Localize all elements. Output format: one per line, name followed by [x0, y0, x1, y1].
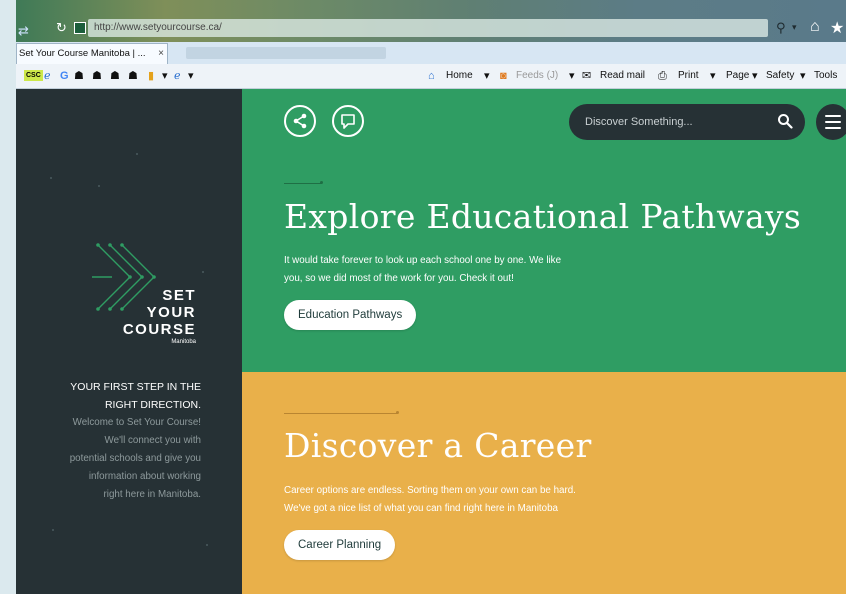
- search-icon[interactable]: [777, 113, 793, 129]
- section-divider: [284, 181, 323, 184]
- welcome-line: Welcome to Set Your Course!: [72, 417, 201, 428]
- speech-bubble-icon: [341, 114, 355, 129]
- logo-subtitle: Manitoba: [171, 339, 196, 345]
- section-title: Discover a Career: [284, 426, 592, 465]
- bookmark-icon[interactable]: ▮: [148, 69, 154, 83]
- description-line: you, so we did most of the work for you.…: [284, 273, 514, 284]
- career-section: Discover a Career Career options are end…: [242, 372, 846, 594]
- chevron-down-icon[interactable]: ▾: [569, 69, 575, 83]
- site-favicon-icon: [74, 22, 86, 34]
- chevron-down-icon[interactable]: ▾: [484, 69, 490, 83]
- description-line: We've got a nice list of what you can fi…: [284, 503, 558, 514]
- decorative-dot: [52, 529, 54, 531]
- logo-line: SET: [162, 287, 196, 304]
- home-icon: ⌂: [428, 70, 435, 82]
- search-input[interactable]: Discover Something...: [585, 104, 693, 140]
- share-button[interactable]: [284, 105, 316, 137]
- chevron-down-icon[interactable]: ▾: [792, 22, 797, 33]
- address-url: http://www.setyourcourse.ca/: [94, 22, 222, 33]
- section-divider: [284, 411, 399, 414]
- tab-title: Set Your Course Manitoba | ...: [19, 48, 146, 59]
- description-line: It would take forever to look up each sc…: [284, 255, 562, 266]
- sidebar: SET YOUR COURSE Manitoba YOUR FIRST STEP…: [16, 89, 242, 594]
- tagline-line: YOUR FIRST STEP IN THE: [70, 381, 201, 393]
- education-section: Discover Something... Explore Educationa…: [242, 89, 846, 372]
- bookmark-icon[interactable]: ☗: [128, 69, 138, 83]
- toolbar-read-mail[interactable]: Read mail: [600, 69, 645, 83]
- search-icon[interactable]: ⚲: [776, 20, 786, 36]
- chat-button[interactable]: [332, 105, 364, 137]
- chevron-down-icon[interactable]: ▾: [188, 69, 194, 83]
- decorative-dot: [98, 185, 100, 187]
- toolbar-feeds[interactable]: Feeds (J): [516, 69, 558, 83]
- section-description: It would take forever to look up each sc…: [284, 252, 644, 288]
- decorative-dot: [50, 177, 52, 179]
- google-icon[interactable]: G: [60, 69, 69, 83]
- section-description: Career options are endless. Sorting them…: [284, 482, 644, 518]
- toolbar-home[interactable]: Home: [446, 69, 473, 83]
- education-pathways-button[interactable]: Education Pathways: [284, 300, 417, 330]
- toolbar-tools[interactable]: Tools: [814, 69, 837, 83]
- chevron-down-icon[interactable]: ▾: [752, 69, 758, 83]
- bookmark-icon[interactable]: ☗: [74, 69, 84, 83]
- tagline-line: RIGHT DIRECTION.: [104, 399, 201, 411]
- chevron-down-icon[interactable]: ▾: [710, 69, 716, 83]
- toolbar-print[interactable]: Print: [678, 69, 699, 83]
- printer-icon: ⎙: [658, 70, 667, 82]
- description-line: Career options are endless. Sorting them…: [284, 485, 576, 496]
- menu-button[interactable]: [816, 104, 846, 140]
- career-planning-button[interactable]: Career Planning: [284, 530, 396, 560]
- ie-icon[interactable]: ℯ: [174, 69, 181, 83]
- decorative-dot: [136, 153, 138, 155]
- back-forward-icon[interactable]: ⇄: [18, 23, 29, 39]
- chevron-down-icon[interactable]: ▾: [162, 69, 168, 83]
- toolbar-safety[interactable]: Safety: [766, 69, 794, 83]
- welcome-line: right here in Manitoba.: [103, 489, 201, 500]
- mail-icon: ✉: [582, 70, 592, 82]
- toolbar-page[interactable]: Page: [726, 69, 749, 83]
- bookmark-icon[interactable]: ☗: [92, 69, 102, 83]
- csc-icon[interactable]: CSC: [24, 70, 43, 81]
- logo-line: YOUR: [146, 304, 196, 321]
- bookmark-icon[interactable]: ☗: [110, 69, 120, 83]
- section-title: Explore Educational Pathways: [284, 197, 802, 236]
- decorative-dot: [206, 544, 208, 546]
- close-icon[interactable]: ×: [158, 44, 164, 64]
- hamburger-menu-icon: [825, 115, 841, 129]
- logo-wordmark[interactable]: SET YOUR COURSE: [123, 287, 196, 338]
- chevron-down-icon[interactable]: ▾: [800, 69, 806, 83]
- welcome-line: We'll connect you with: [104, 435, 201, 446]
- site-search[interactable]: Discover Something...: [569, 104, 805, 140]
- decorative-dot: [202, 271, 204, 273]
- tagline: YOUR FIRST STEP IN THE RIGHT DIRECTION.: [31, 378, 201, 414]
- home-icon[interactable]: ⌂: [810, 18, 820, 36]
- welcome-line: information about working: [88, 471, 201, 482]
- address-bar[interactable]: http://www.setyourcourse.ca/: [88, 19, 768, 37]
- welcome-line: potential schools and give you: [69, 453, 201, 464]
- reload-icon[interactable]: ↻: [56, 21, 70, 35]
- browser-title-bar: ⇄ ↻ http://www.setyourcourse.ca/ ⚲ ▾ ⌂ ★: [16, 0, 846, 42]
- background-tab[interactable]: [186, 47, 386, 59]
- logo-line: COURSE: [122, 321, 196, 338]
- welcome-text: Welcome to Set Your Course! We'll connec…: [21, 414, 201, 504]
- rss-icon: ◙: [500, 70, 507, 82]
- tab-strip: Set Your Course Manitoba | ... ×: [16, 42, 846, 65]
- ie-icon[interactable]: ℯ: [44, 69, 51, 83]
- command-bar: CSC ℯ G ☗ ☗ ☗ ☗ ▮ ▾ ℯ ▾ ⌂ Home ▾ ◙ Feeds…: [16, 64, 846, 89]
- share-icon: [293, 113, 307, 129]
- browser-window: ⇄ ↻ http://www.setyourcourse.ca/ ⚲ ▾ ⌂ ★…: [16, 0, 846, 594]
- tab-set-your-course[interactable]: Set Your Course Manitoba | ... ×: [16, 43, 168, 64]
- favorites-star-icon[interactable]: ★: [830, 18, 844, 38]
